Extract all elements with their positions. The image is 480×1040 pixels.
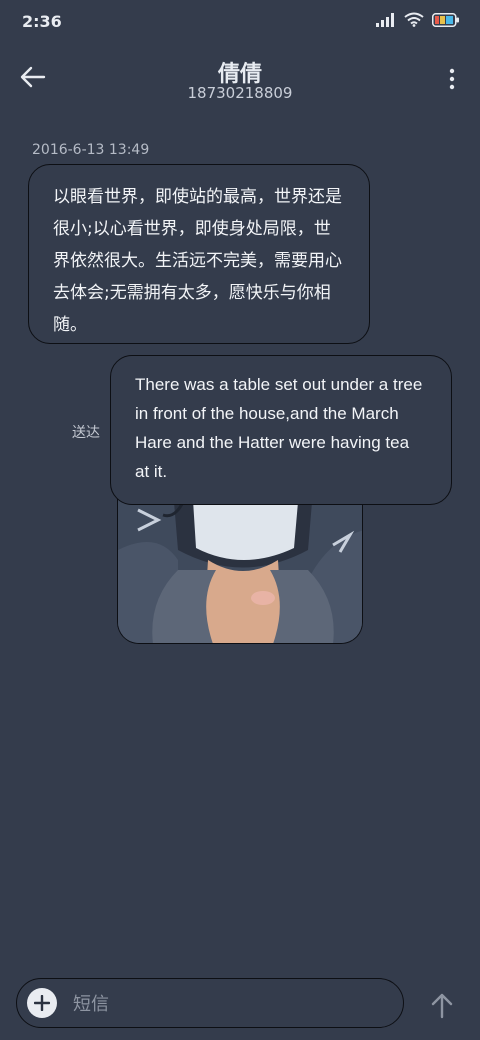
plus-icon: [34, 995, 50, 1011]
send-button[interactable]: [428, 990, 456, 1020]
more-options-button[interactable]: [446, 66, 458, 92]
status-time: 2:36: [22, 12, 62, 31]
message-timestamp: 2016-6-13 13:49: [32, 142, 150, 158]
incoming-message-bubble[interactable]: 以眼看世界，即使站的最高，世界还是很小;以心看世界，即使身处局限，世界依然很大。…: [28, 164, 370, 344]
status-icons: [376, 12, 460, 27]
conversation-header: 倩倩 18730218809: [0, 52, 480, 108]
incoming-message-text: 以眼看世界，即使站的最高，世界还是很小;以心看世界，即使身处局限，世界依然很大。…: [53, 187, 342, 335]
sent-status: 送达: [72, 425, 100, 441]
arrow-up-icon: [431, 993, 453, 1019]
image-attachment[interactable]: [117, 490, 363, 644]
anime-portrait-image: [118, 490, 362, 643]
wifi-icon: [404, 12, 424, 27]
more-vertical-icon: [449, 68, 455, 90]
contact-number: 18730218809: [187, 84, 293, 102]
signal-icon: [376, 12, 394, 27]
message-input[interactable]: [71, 989, 395, 1019]
outgoing-message-text: There was a table set out under a tree i…: [135, 375, 423, 481]
message-composer: [16, 978, 404, 1028]
battery-icon: [432, 12, 459, 27]
outgoing-message-bubble[interactable]: There was a table set out under a tree i…: [110, 355, 452, 505]
add-attachment-button[interactable]: [27, 988, 57, 1018]
status-bar: 2:36: [0, 0, 480, 44]
